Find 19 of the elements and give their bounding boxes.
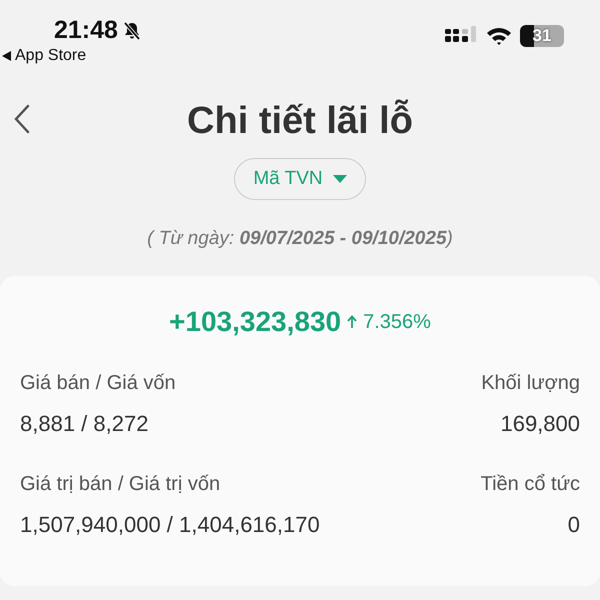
field-label: Tiền cổ tức bbox=[480, 473, 580, 496]
page-title: Chi tiết lãi lỗ bbox=[187, 100, 413, 142]
wifi-icon bbox=[486, 26, 512, 46]
field-label: Khối lượng bbox=[481, 372, 580, 395]
field-value: 8,881 / 8,272 bbox=[20, 411, 150, 437]
profit-percent: 7.356% bbox=[363, 310, 431, 334]
chevron-left-icon bbox=[14, 104, 30, 134]
field-value: 169,800 bbox=[500, 411, 580, 437]
back-triangle-icon bbox=[2, 51, 11, 61]
field-label: Giá trị bán / Giá trị vốn bbox=[20, 473, 222, 496]
field-label: Giá bán / Giá vốn bbox=[20, 372, 177, 395]
field-value: 0 bbox=[568, 512, 580, 538]
status-time: 21:48 bbox=[54, 16, 118, 45]
arrow-up-icon bbox=[347, 315, 358, 329]
profit-amount: +103,323,830 bbox=[169, 306, 342, 338]
field-value: 1,507,940,000 / 1,404,616,170 bbox=[20, 512, 321, 538]
caret-down-icon bbox=[332, 174, 347, 184]
back-to-app-link[interactable]: App Store bbox=[0, 47, 142, 65]
date-range-text: ( Từ ngày: 09/07/2025 - 09/10/2025) bbox=[146, 228, 454, 250]
